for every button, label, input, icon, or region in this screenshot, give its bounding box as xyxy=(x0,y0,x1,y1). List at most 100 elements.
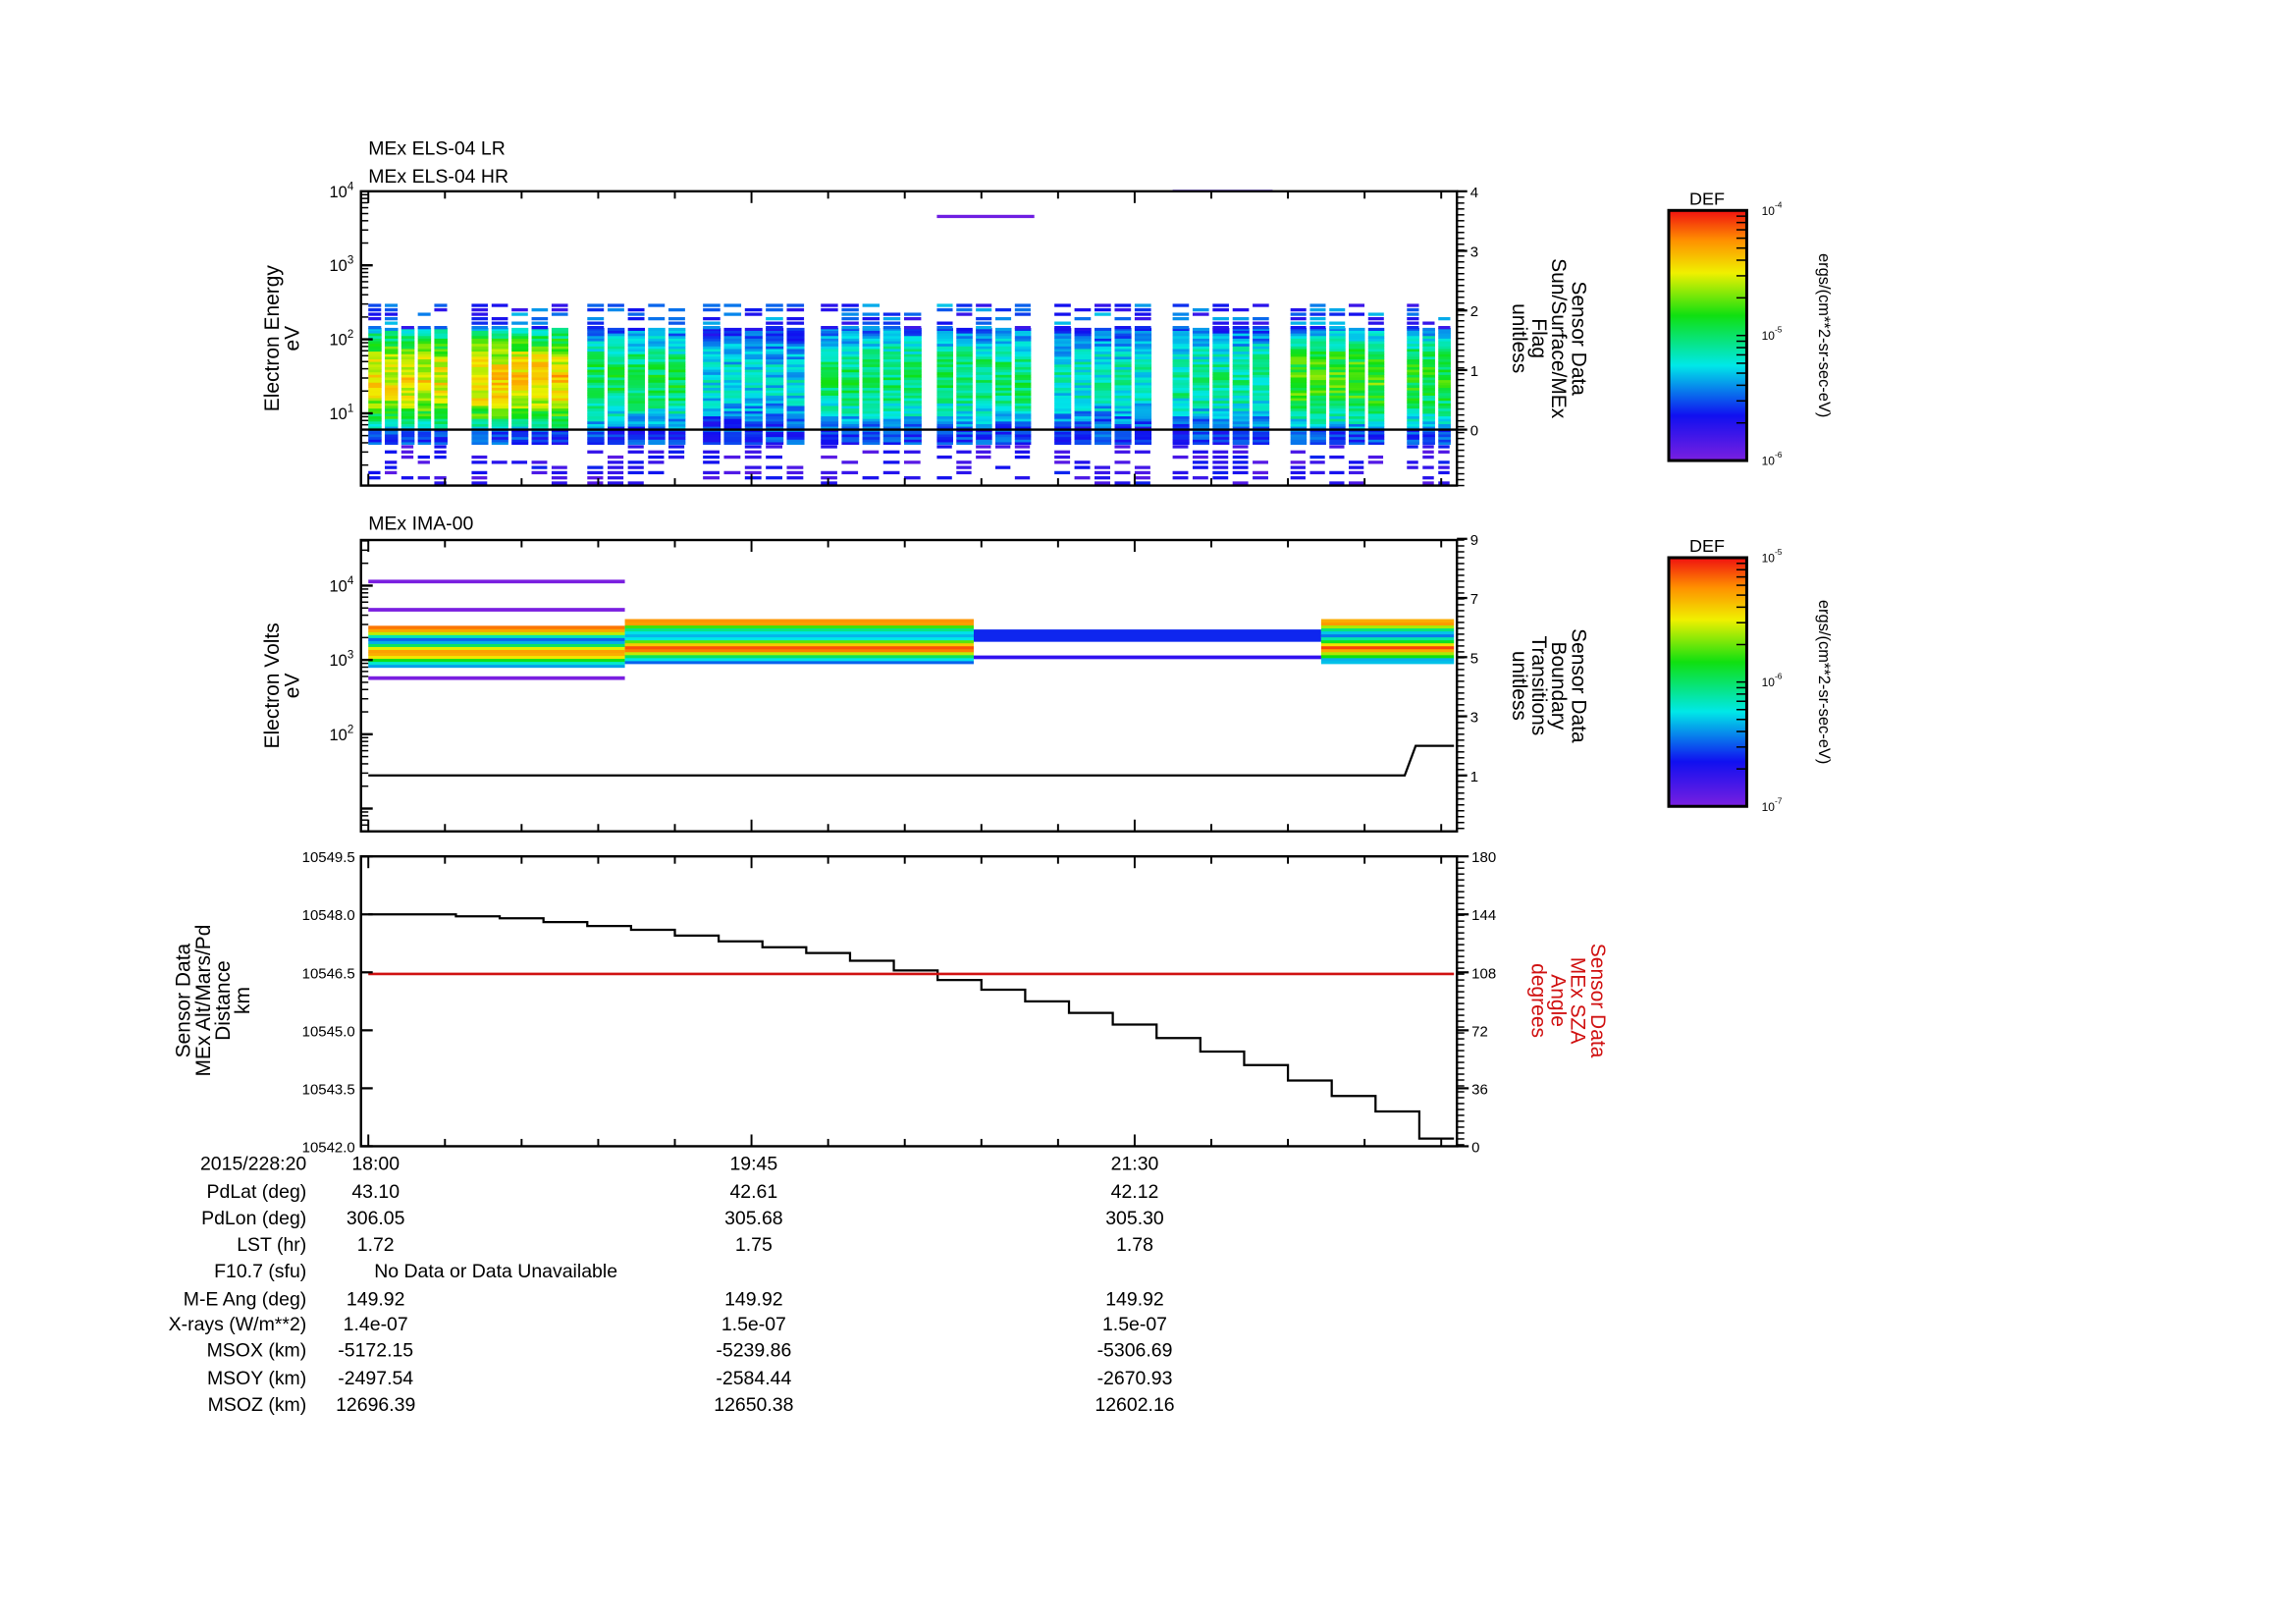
spectrogram-cell xyxy=(862,374,881,378)
spectrogram-cell xyxy=(417,387,432,391)
spectrogram-cell xyxy=(587,321,605,325)
y2-axis-label-line: Boundary xyxy=(1547,641,1570,730)
spectrogram-cell xyxy=(491,398,508,402)
spectrogram-cell xyxy=(1367,392,1385,396)
colorbar-units-text: ergs/(cm**2-sr-sec-eV) xyxy=(1815,253,1833,417)
spectrogram-cell xyxy=(956,420,973,424)
spectrogram-cell xyxy=(1014,384,1032,389)
spectrogram-cell xyxy=(1290,338,1308,342)
spectrogram-cell xyxy=(607,441,625,446)
spectrogram-cell xyxy=(936,335,953,339)
spectrogram-cell xyxy=(936,382,953,386)
spectrogram-cell xyxy=(703,382,721,386)
spectrogram-cell xyxy=(1172,400,1190,404)
spectrogram-cell xyxy=(766,353,784,357)
spectrogram-cell xyxy=(956,412,973,417)
spectrogram-cell xyxy=(1114,307,1132,312)
spectrogram-cell xyxy=(703,371,721,375)
spectrogram-cell xyxy=(744,341,763,345)
spectrogram-cell xyxy=(491,423,508,427)
spectrogram-cell xyxy=(1438,377,1451,381)
spectrogram-cell xyxy=(1438,379,1451,383)
y2-axis-label-line: Sensor Data xyxy=(1586,944,1609,1058)
spectrogram-cell xyxy=(1134,330,1152,334)
spectrogram-cell xyxy=(1367,374,1385,378)
spectrogram-cell xyxy=(994,363,1012,367)
spectrogram-cell xyxy=(821,384,839,389)
spectrogram-cell xyxy=(1054,343,1072,347)
spectrogram-cell xyxy=(648,439,666,443)
spectrogram-cell xyxy=(385,377,399,381)
spectrogram-cell xyxy=(976,439,992,443)
spectrogram-cell xyxy=(1212,398,1230,402)
spectrogram-cell xyxy=(1212,353,1230,357)
spectrogram-cell xyxy=(744,431,763,435)
spectrogram-cell xyxy=(703,316,721,321)
spectrogram-cell xyxy=(1054,358,1072,362)
spectrogram-cell xyxy=(1422,418,1435,422)
spectrogram-cell xyxy=(936,369,953,373)
spectrogram-cell xyxy=(587,379,605,383)
spectrogram-cell xyxy=(1114,395,1132,399)
spectrogram-cell xyxy=(956,363,973,367)
spectrogram-cell xyxy=(1407,436,1419,440)
spectrogram-cell xyxy=(1114,423,1132,427)
spectrogram-cell xyxy=(841,316,859,321)
spectrogram-cell xyxy=(587,407,605,411)
spectrogram-cell xyxy=(531,321,549,325)
spectrogram-cell xyxy=(417,349,432,352)
spectrogram-cell xyxy=(956,410,973,414)
spectrogram-cell xyxy=(786,303,805,307)
els-segment xyxy=(821,303,922,485)
spectrogram-cell xyxy=(1134,346,1152,350)
spectrogram-cell xyxy=(400,330,415,334)
spectrogram-cell xyxy=(1074,390,1092,394)
tick-base: 10 xyxy=(330,406,347,423)
y-axis-label-line: eV xyxy=(281,674,303,699)
spectrogram-cell xyxy=(1192,371,1210,375)
spectrogram-cell xyxy=(1134,395,1152,399)
spectrogram-cell xyxy=(587,326,605,330)
spectrogram-cell xyxy=(1422,363,1435,367)
spectrogram-cell xyxy=(1212,346,1230,350)
spectrogram-cell xyxy=(821,390,839,394)
spectrogram-cell xyxy=(491,377,508,381)
spectrogram-cell xyxy=(1329,395,1346,399)
spectrogram-cell xyxy=(882,441,901,446)
spectrogram-cell xyxy=(703,366,721,370)
spectrogram-cell xyxy=(607,403,625,406)
spectrogram-cell xyxy=(723,355,742,360)
spectrogram-cell xyxy=(723,431,742,435)
spectrogram-cell xyxy=(1253,476,1268,480)
spectrogram-cell xyxy=(511,371,529,375)
spectrogram-cell xyxy=(1114,353,1132,357)
spectrogram-cell xyxy=(368,637,625,641)
spectrogram-cell xyxy=(587,343,605,347)
spectrogram-cell xyxy=(667,415,686,419)
spectrogram-cell xyxy=(1422,333,1435,337)
spectrogram-cell xyxy=(766,341,784,345)
spectrogram-cell xyxy=(1329,366,1346,370)
spectrogram-cell xyxy=(400,406,415,409)
spectrogram-cell xyxy=(551,377,568,381)
spectrogram-cell xyxy=(607,436,625,440)
spectrogram-cell xyxy=(1290,403,1308,406)
spectrogram-cell xyxy=(1309,321,1326,325)
spectrogram-cell xyxy=(1253,321,1269,325)
spectrogram-cell xyxy=(936,349,953,352)
spectrogram-cell xyxy=(903,460,921,464)
spectrogram-cell xyxy=(1134,470,1150,475)
spectrogram-cell xyxy=(1134,407,1152,411)
tick-exponent: -5 xyxy=(1775,325,1783,335)
spectrogram-cell xyxy=(703,420,721,424)
spectrogram-cell xyxy=(511,390,529,394)
spectrogram-cell xyxy=(841,434,860,438)
spectrogram-cell xyxy=(511,335,529,339)
spectrogram-cell xyxy=(627,445,644,449)
spectrogram-cell xyxy=(400,403,415,406)
spectrogram-cell xyxy=(434,303,448,307)
spectrogram-cell xyxy=(1422,358,1435,362)
tick-exponent: 3 xyxy=(347,650,353,662)
spectrogram-cell xyxy=(1172,445,1189,449)
spectrogram-cell xyxy=(841,441,860,446)
